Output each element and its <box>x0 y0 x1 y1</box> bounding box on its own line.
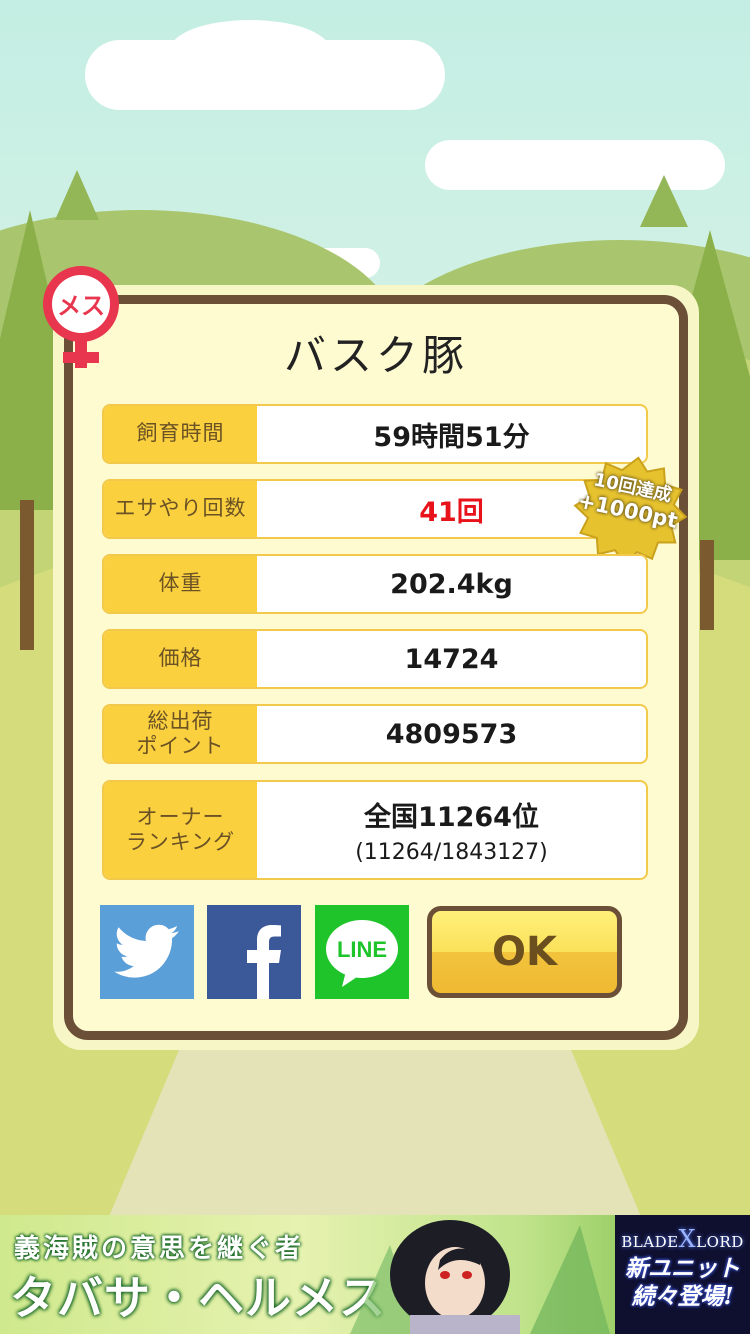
ranking-detail: (11264/1843127) <box>355 840 548 865</box>
ad-tagline: 新ユニット 続々登場! <box>625 1255 740 1310</box>
stat-row-price: 価格 14724 <box>102 629 648 689</box>
line-share-button[interactable]: LINE <box>315 905 409 999</box>
cloud <box>170 20 330 80</box>
stat-row-shipping-points: 総出荷 ポイント 4809573 <box>102 704 648 764</box>
stat-label: エサやり回数 <box>104 481 257 537</box>
stat-label: 価格 <box>104 631 257 687</box>
stat-label-line1: オーナー <box>136 804 225 829</box>
stat-label: 総出荷 ポイント <box>104 706 257 762</box>
tree-trunk <box>700 540 714 630</box>
ad-tagline-line1: 新ユニット <box>625 1255 740 1282</box>
stat-label-line1: 総出荷 <box>147 708 214 733</box>
ad-character-illustration <box>350 1220 610 1334</box>
ad-game-logo-panel: BLADEXLORD 新ユニット 続々登場! <box>615 1215 750 1334</box>
stat-row-breeding-time: 飼育時間 59時間51分 <box>102 404 648 464</box>
ad-tagline-line2: 続々登場! <box>631 1282 734 1310</box>
stat-row-weight: 体重 202.4kg <box>102 554 648 614</box>
ok-button[interactable]: OK <box>427 906 622 998</box>
stat-label: オーナー ランキング <box>104 782 257 878</box>
stat-value: 全国11264位 (11264/1843127) <box>257 782 646 878</box>
stat-label-line2: ポイント <box>136 734 225 758</box>
tree <box>640 175 688 227</box>
stat-value: 202.4kg <box>390 568 513 600</box>
ad-subtitle: 義海賊の意思を継ぐ者 <box>14 1234 305 1264</box>
tree-trunk <box>20 500 34 650</box>
stat-value: 4809573 <box>385 718 518 750</box>
line-icon: LINE <box>326 920 398 987</box>
facebook-share-button[interactable] <box>207 905 301 999</box>
line-label: LINE <box>337 937 387 962</box>
stat-value: 14724 <box>404 643 499 675</box>
stat-value: 59時間51分 <box>373 421 530 453</box>
stat-row-owner-ranking: オーナー ランキング 全国11264位 (11264/1843127) <box>102 780 648 880</box>
facebook-icon <box>247 925 281 999</box>
pig-name-title: バスク豚 <box>283 331 468 380</box>
twitter-icon <box>114 924 179 978</box>
ad-game-logo: BLADEXLORD <box>621 1225 744 1253</box>
ranking-value: 全国11264位 <box>364 802 539 833</box>
stat-label: 体重 <box>104 556 257 612</box>
gender-badge-text: メス <box>57 292 105 320</box>
twitter-share-button[interactable] <box>100 905 194 999</box>
stat-label-line2: ランキング <box>125 830 236 854</box>
tree <box>55 170 99 220</box>
stat-label: 飼育時間 <box>104 406 257 462</box>
